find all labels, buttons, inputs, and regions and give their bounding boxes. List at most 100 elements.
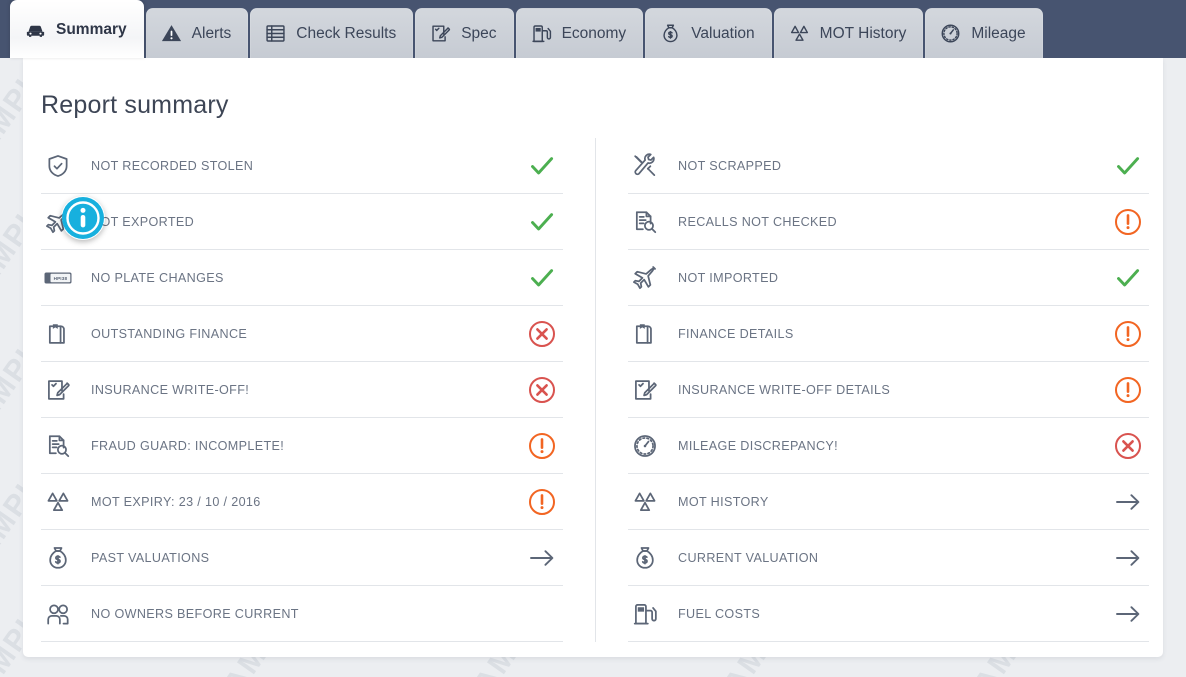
summary-row-label: NO PLATE CHANGES: [91, 270, 224, 285]
status-warn-icon: [1111, 373, 1145, 407]
summary-row-label: FRAUD GUARD: INCOMPLETE!: [91, 438, 285, 453]
status-warn-icon: [525, 429, 559, 463]
summary-row-label: MOT HISTORY: [678, 494, 769, 509]
status-none-icon: [525, 597, 559, 631]
summary-row: FINANCE DETAILS: [628, 306, 1149, 362]
clipboard-pen-icon: [43, 375, 73, 405]
clipboard-pen-icon: [630, 375, 660, 405]
money-bag-icon: [630, 543, 660, 573]
status-pass-icon: [1111, 261, 1145, 295]
summary-row: MOT EXPIRY: 23 / 10 / 2016: [41, 474, 563, 530]
summary-row-label: INSURANCE WRITE-OFF!: [91, 382, 250, 397]
gauge-icon: [630, 431, 660, 461]
status-pass-icon: [525, 149, 559, 183]
finance-book-icon: [43, 319, 73, 349]
status-warn-icon: [1111, 317, 1145, 351]
tab-label: Summary: [56, 20, 127, 38]
mot-triangles-icon: [788, 22, 811, 45]
report-summary-card: Report summary NOT RECORDED STOLEN NOT EX…: [23, 58, 1163, 657]
tab-label: Check Results: [296, 24, 397, 42]
svg-text:HPI38: HPI38: [54, 275, 68, 280]
tab-label: MOT History: [819, 24, 907, 42]
summary-row[interactable]: MOT HISTORY: [628, 474, 1149, 530]
tab-check-results[interactable]: Check Results: [250, 8, 414, 58]
summary-row: NOT RECORDED STOLEN: [41, 138, 563, 194]
status-fail-icon: [1111, 429, 1145, 463]
money-bag-icon: [43, 543, 73, 573]
summary-left-column: NOT RECORDED STOLEN NOT EXPORTED HPI38 NO P…: [41, 138, 595, 642]
document-search-icon: [630, 207, 660, 237]
tab-label: Spec: [461, 24, 497, 42]
warning-triangle-icon: [160, 22, 183, 45]
summary-row-label: INSURANCE WRITE-OFF DETAILS: [678, 382, 891, 397]
summary-row-label: CURRENT VALUATION: [678, 550, 819, 565]
number-plate-icon: HPI38: [43, 263, 73, 293]
finance-book-icon: [630, 319, 660, 349]
status-arrow-icon[interactable]: [1111, 597, 1145, 631]
fuel-pump-icon: [530, 22, 553, 45]
car-icon: [24, 18, 47, 41]
summary-row: NOT IMPORTED: [628, 250, 1149, 306]
status-pass-icon: [1111, 149, 1145, 183]
summary-row: INSURANCE WRITE-OFF DETAILS: [628, 362, 1149, 418]
status-arrow-icon[interactable]: [1111, 541, 1145, 575]
tools-icon: [630, 151, 660, 181]
status-pass-icon: [525, 205, 559, 239]
tab-economy[interactable]: Economy: [515, 8, 644, 58]
tab-mileage[interactable]: Mileage: [925, 8, 1043, 58]
summary-row: OUTSTANDING FINANCE: [41, 306, 563, 362]
money-bag-icon: [659, 22, 682, 45]
tab-summary[interactable]: Summary: [10, 0, 144, 58]
summary-right-column: NOT SCRAPPED RECALLS NOT CHECKED NOT IMPOR…: [595, 138, 1149, 642]
summary-row-label: PAST VALUATIONS: [91, 550, 210, 565]
summary-row: INSURANCE WRITE-OFF!: [41, 362, 563, 418]
tab-mot-history[interactable]: MOT History: [773, 8, 924, 58]
summary-row-label: OUTSTANDING FINANCE: [91, 326, 248, 341]
status-arrow-icon[interactable]: [1111, 485, 1145, 519]
tab-label: Mileage: [971, 24, 1026, 42]
mot-triangles-icon: [43, 487, 73, 517]
summary-row-label: NOT RECORDED STOLEN: [91, 158, 254, 173]
gauge-icon: [939, 22, 962, 45]
status-warn-icon: [525, 485, 559, 519]
summary-row: MILEAGE DISCREPANCY!: [628, 418, 1149, 474]
status-fail-icon: [525, 317, 559, 351]
summary-row-label: FINANCE DETAILS: [678, 326, 794, 341]
summary-row-label: NOT IMPORTED: [678, 270, 779, 285]
summary-row[interactable]: PAST VALUATIONS: [41, 530, 563, 586]
shield-stolen-icon: [43, 151, 73, 181]
summary-row-label: NO OWNERS BEFORE CURRENT: [91, 606, 299, 621]
summary-row-label: FUEL COSTS: [678, 606, 761, 621]
summary-row: FRAUD GUARD: INCOMPLETE!: [41, 418, 563, 474]
summary-row-label: MOT EXPIRY: 23 / 10 / 2016: [91, 494, 261, 509]
summary-row[interactable]: CURRENT VALUATION: [628, 530, 1149, 586]
summary-row-label: NOT SCRAPPED: [678, 158, 782, 173]
status-warn-icon: [1111, 205, 1145, 239]
info-highlight-badge[interactable]: [61, 196, 105, 240]
list-table-icon: [264, 22, 287, 45]
clipboard-pen-icon: [429, 22, 452, 45]
summary-row: RECALLS NOT CHECKED: [628, 194, 1149, 250]
tab-label: Alerts: [191, 24, 232, 42]
info-circle-icon: [62, 197, 104, 239]
tab-spec[interactable]: Spec: [415, 8, 514, 58]
plane-icon: [630, 263, 660, 293]
tab-alerts[interactable]: Alerts: [145, 8, 249, 58]
status-arrow-icon[interactable]: [525, 541, 559, 575]
summary-row: NOT EXPORTED: [41, 194, 563, 250]
mot-triangles-icon: [630, 487, 660, 517]
status-fail-icon: [525, 373, 559, 407]
main-tab-bar: Summary Alerts Check Results Spec Economy Val…: [0, 0, 1186, 58]
page-title: Report summary: [41, 91, 229, 119]
tab-label: Valuation: [691, 24, 755, 42]
summary-row-label: RECALLS NOT CHECKED: [678, 214, 837, 229]
tab-valuation[interactable]: Valuation: [645, 8, 772, 58]
fuel-pump-icon: [630, 599, 660, 629]
document-search-icon: [43, 431, 73, 461]
summary-grid: NOT RECORDED STOLEN NOT EXPORTED HPI38 NO P…: [41, 138, 1149, 642]
tab-label: Economy: [561, 24, 627, 42]
summary-row[interactable]: FUEL COSTS: [628, 586, 1149, 642]
summary-row: NOT SCRAPPED: [628, 138, 1149, 194]
summary-row-label: NOT EXPORTED: [91, 214, 195, 229]
status-pass-icon: [525, 261, 559, 295]
